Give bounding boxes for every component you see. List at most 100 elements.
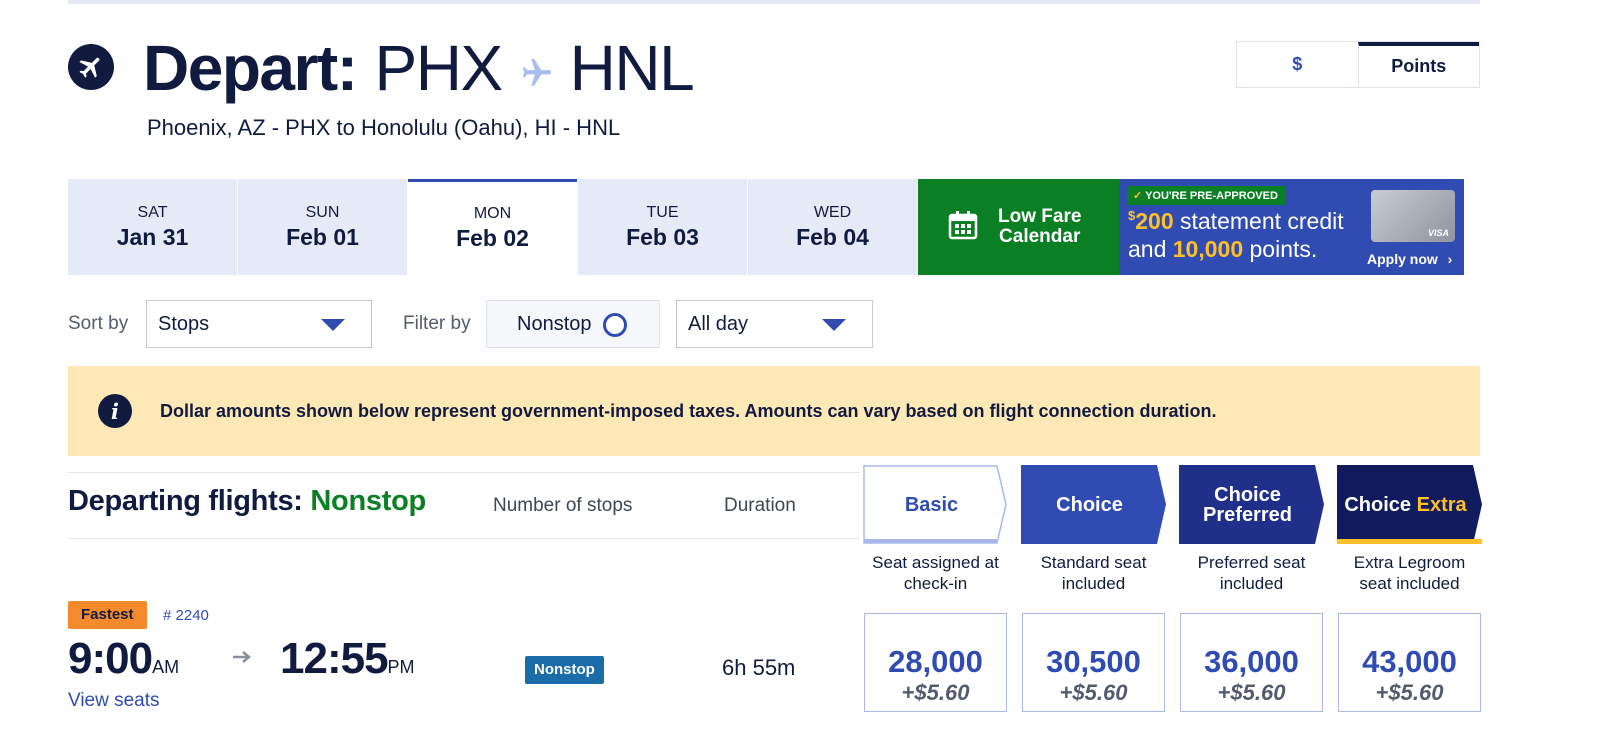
divider xyxy=(68,538,860,539)
apply-now-link[interactable]: Apply now › xyxy=(1367,251,1452,267)
fare-name-line1: Choice xyxy=(1214,483,1281,506)
card-brand: VISA xyxy=(1427,228,1449,238)
low-fare-label: Low Fare Calendar xyxy=(998,207,1081,247)
fare-name: Choice xyxy=(1056,493,1123,516)
date-tab-weekday: WED xyxy=(813,203,852,221)
fare-header-choice: Choice xyxy=(1021,465,1166,544)
price-points: 36,000 xyxy=(1204,644,1299,679)
fare-desc-line2: included xyxy=(1219,574,1284,593)
promo-line2-prefix: and xyxy=(1128,236,1173,262)
date-tab-date: Feb 02 xyxy=(456,225,529,251)
depart-label: Depart: xyxy=(143,32,358,104)
fare-header-choice-preferred: Choice Preferred xyxy=(1179,465,1324,544)
caret-down-icon xyxy=(822,319,846,331)
low-fare-line1: Low Fare xyxy=(998,206,1082,227)
sort-select[interactable]: Stops xyxy=(146,300,372,348)
date-tab-weekday: SAT xyxy=(137,203,168,221)
date-tab-weekday: SUN xyxy=(305,203,340,221)
filter-label: Filter by xyxy=(403,313,471,334)
fare-name: Basic xyxy=(904,493,959,516)
info-icon: i xyxy=(98,394,132,428)
route-description: Phoenix, AZ - PHX to Honolulu (Oahu), HI… xyxy=(147,115,621,140)
arrive-time: 12:55PM xyxy=(280,634,415,684)
fare-description: Standard seat included xyxy=(1021,552,1166,594)
price-tax: +$5.60 xyxy=(1375,680,1444,705)
fare-price-basic[interactable]: 28,000 +$5.60 xyxy=(864,613,1007,712)
fare-header-basic: Basic xyxy=(863,465,1008,544)
date-tab-selected[interactable]: MON Feb 02 xyxy=(408,179,577,275)
arrive-ampm: PM xyxy=(387,657,415,677)
pre-approved-text: YOU'RE PRE-APPROVED xyxy=(1145,190,1278,202)
fare-name-accent: Extra xyxy=(1416,493,1467,516)
promo-line2: and 10,000 points. xyxy=(1128,236,1317,263)
fare-price-choice-preferred[interactable]: 36,000 +$5.60 xyxy=(1180,613,1323,712)
chevron-right-icon: › xyxy=(1447,251,1453,267)
fare-header-choice-extra: Choice Extra xyxy=(1337,465,1482,544)
date-tab[interactable]: SUN Feb 01 xyxy=(238,179,407,275)
flight-number-link[interactable]: # 2240 xyxy=(163,607,209,624)
view-seats-link[interactable]: View seats xyxy=(68,690,160,712)
depart-time: 9:00AM xyxy=(68,634,179,684)
dollar-option[interactable]: $ xyxy=(1237,42,1358,87)
promo-line1: $200 statement credit xyxy=(1128,208,1344,235)
fare-desc-line1: Extra Legroom xyxy=(1353,553,1466,572)
stops-badge: Nonstop xyxy=(525,656,604,684)
date-selector: SAT Jan 31 SUN Feb 01 MON Feb 02 TUE Feb… xyxy=(68,179,918,275)
arrow-right-icon xyxy=(232,650,252,669)
points-option[interactable]: Points xyxy=(1357,42,1479,87)
results-title: Departing flights: Nonstop xyxy=(68,485,426,518)
fare-desc-line2: included xyxy=(1061,574,1126,593)
sort-value: Stops xyxy=(158,312,210,335)
fare-price-choice-extra[interactable]: 43,000 +$5.60 xyxy=(1338,613,1481,712)
tax-notice: i Dollar amounts shown below represent g… xyxy=(68,366,1480,456)
nonstop-filter-toggle[interactable]: Nonstop xyxy=(486,300,660,348)
col-header-stops: Number of stops xyxy=(493,495,633,516)
fare-name: Choice Preferred xyxy=(1179,465,1324,544)
date-tab-date: Feb 01 xyxy=(286,223,359,250)
results-title-filter: Nonstop xyxy=(310,485,426,517)
col-header-duration: Duration xyxy=(724,495,796,516)
top-divider xyxy=(68,0,1480,4)
page-title: Depart: PHX HNL xyxy=(143,30,695,106)
date-tab-date: Jan 31 xyxy=(116,223,189,250)
fare-desc-line1: Seat assigned at xyxy=(872,553,999,572)
fare-description: Seat assigned at check-in xyxy=(863,552,1008,594)
date-tab[interactable]: SAT Jan 31 xyxy=(68,179,237,275)
caret-down-icon xyxy=(321,319,345,331)
time-of-day-select[interactable]: All day xyxy=(676,300,873,348)
date-tab-date: Feb 04 xyxy=(796,223,869,250)
fare-desc-line1: Standard seat xyxy=(1040,553,1147,572)
pre-approved-badge: ✓ YOU'RE PRE-APPROVED xyxy=(1127,186,1285,205)
promo-points: 10,000 xyxy=(1172,236,1244,262)
credit-card-image: VISA xyxy=(1371,190,1455,242)
calendar-icon xyxy=(948,210,978,245)
fare-description: Preferred seat included xyxy=(1179,552,1324,594)
check-icon: ✓ xyxy=(1133,190,1143,202)
fare-price-choice[interactable]: 30,500 +$5.60 xyxy=(1022,613,1165,712)
fare-description: Extra Legroom seat included xyxy=(1337,552,1482,594)
origin-code: PHX xyxy=(374,32,504,104)
date-tab-weekday: MON xyxy=(473,205,512,222)
fare-name: Choice Extra xyxy=(1337,465,1482,544)
date-tab[interactable]: WED Feb 04 xyxy=(748,179,917,275)
credit-card-promo[interactable]: ✓ YOU'RE PRE-APPROVED $200 statement cre… xyxy=(1119,179,1464,275)
date-tab[interactable]: TUE Feb 03 xyxy=(578,179,747,275)
time-of-day-value: All day xyxy=(688,312,749,335)
fare-name-main: Choice xyxy=(1344,493,1412,516)
fare-desc-line1: Preferred seat xyxy=(1197,553,1306,572)
price-tax: +$5.60 xyxy=(1059,680,1128,705)
price-points: 30,500 xyxy=(1046,644,1141,679)
price-tax: +$5.60 xyxy=(901,680,970,705)
price-points: 43,000 xyxy=(1362,644,1457,679)
nonstop-filter-label: Nonstop xyxy=(517,312,592,335)
results-title-prefix: Departing flights: xyxy=(68,485,311,517)
fare-desc-line2: seat included xyxy=(1359,574,1460,593)
date-tab-date: Feb 03 xyxy=(626,223,699,250)
apply-now-text: Apply now xyxy=(1367,251,1438,267)
low-fare-calendar-button[interactable]: Low Fare Calendar xyxy=(918,179,1119,275)
flight-duration: 6h 55m xyxy=(722,655,796,680)
date-tab-weekday: TUE xyxy=(646,203,679,221)
price-tax: +$5.60 xyxy=(1217,680,1286,705)
divider xyxy=(68,472,860,473)
promo-line1-rest: statement credit xyxy=(1173,208,1344,234)
